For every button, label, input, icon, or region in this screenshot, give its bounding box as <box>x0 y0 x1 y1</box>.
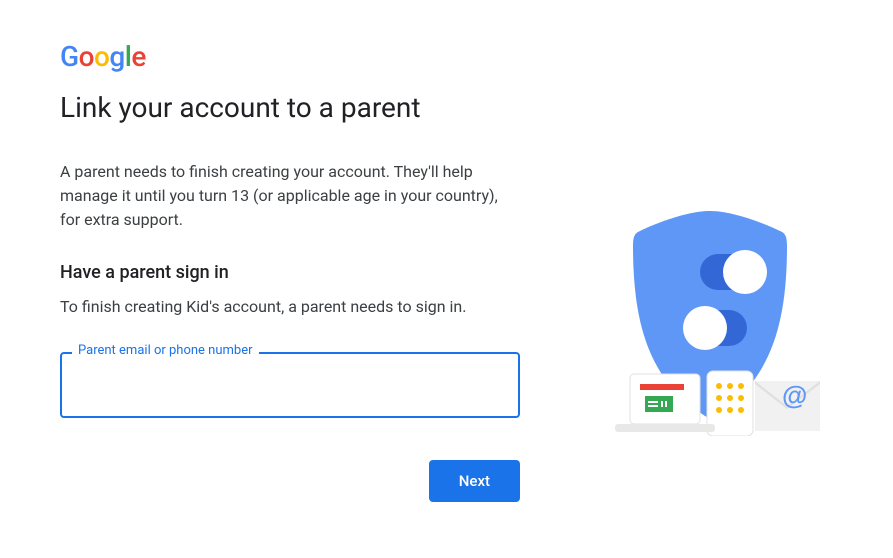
parent-email-input[interactable] <box>60 352 520 418</box>
svg-text:@: @ <box>782 380 807 410</box>
google-logo: Google <box>60 40 580 73</box>
section-subtext: To finish creating Kid's account, a pare… <box>60 297 580 316</box>
parent-email-field-wrapper: Parent email or phone number <box>60 352 520 418</box>
page-title: Link your account to a parent <box>60 91 580 124</box>
family-link-shield-illustration-icon: @ <box>595 206 825 436</box>
section-heading: Have a parent sign in <box>60 262 580 283</box>
parent-email-label: Parent email or phone number <box>72 343 259 358</box>
next-button[interactable]: Next <box>429 460 520 502</box>
page-description: A parent needs to finish creating your a… <box>60 160 520 232</box>
